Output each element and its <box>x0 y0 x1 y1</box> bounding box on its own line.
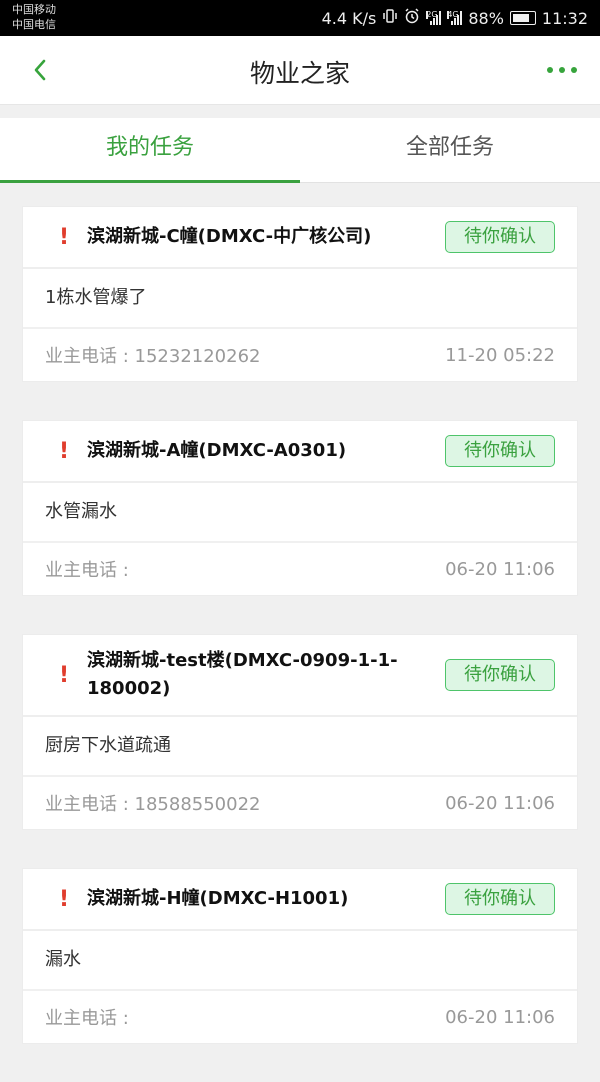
alert-icon: ! <box>58 438 70 464</box>
task-description: 水管漏水 <box>23 483 577 543</box>
task-footer: 业主电话 : 15232120262 11-20 05:22 <box>23 329 577 381</box>
page-title: 物业之家 <box>249 59 350 88</box>
owner-phone: 业主电话 : 15232120262 <box>45 346 261 367</box>
status-badge[interactable]: 待你确认 <box>445 659 555 691</box>
task-card[interactable]: ! 滨湖新城-test楼(DMXC-0909-1-1-180002) 待你确认 … <box>22 634 578 830</box>
alert-icon: ! <box>58 662 70 688</box>
task-title: 滨湖新城-C幢(DMXC-中广核公司) <box>87 226 372 247</box>
task-description: 厨房下水道疏通 <box>23 717 577 777</box>
more-dot <box>571 67 577 73</box>
clock: 11:32 <box>541 8 588 28</box>
carrier-2: 中国电信 <box>12 18 56 31</box>
task-tabs: 我的任务 全部任务 <box>0 118 600 183</box>
signal-2g-icon: 2G <box>426 10 442 25</box>
task-description: 漏水 <box>23 931 577 991</box>
status-bar: 中国移动 中国电信 4.4 K/s 2G 4G 88% 11:32 <box>0 0 600 36</box>
task-time: 11-20 05:22 <box>445 344 555 366</box>
status-icons: 4.4 K/s 2G 4G 88% 11:32 <box>322 0 588 36</box>
signal-4g-icon: 4G <box>447 10 463 25</box>
network-4g-label: 4G <box>447 10 459 19</box>
task-description: 1栋水管爆了 <box>23 269 577 329</box>
task-footer: 业主电话 : 06-20 11:06 <box>23 991 577 1043</box>
owner-phone: 业主电话 : <box>45 560 129 581</box>
task-card-header: ! 滨湖新城-A幢(DMXC-A0301) 待你确认 <box>23 421 577 483</box>
battery-icon <box>509 11 536 25</box>
task-list: ! 滨湖新城-C幢(DMXC-中广核公司) 待你确认 1栋水管爆了 业主电话 :… <box>22 206 578 1082</box>
more-dot <box>559 67 565 73</box>
alert-icon: ! <box>58 886 70 912</box>
owner-phone: 业主电话 : <box>45 1008 129 1029</box>
tab-my-tasks[interactable]: 我的任务 <box>0 118 300 183</box>
task-card-header: ! 滨湖新城-H幢(DMXC-H1001) 待你确认 <box>23 869 577 931</box>
task-card[interactable]: ! 滨湖新城-H幢(DMXC-H1001) 待你确认 漏水 业主电话 : 06-… <box>22 868 578 1044</box>
network-2g-label: 2G <box>426 10 438 19</box>
task-time: 06-20 11:06 <box>445 558 555 580</box>
task-card-header: ! 滨湖新城-test楼(DMXC-0909-1-1-180002) 待你确认 <box>23 635 577 717</box>
task-card[interactable]: ! 滨湖新城-C幢(DMXC-中广核公司) 待你确认 1栋水管爆了 业主电话 :… <box>22 206 578 382</box>
owner-phone: 业主电话 : 18588550022 <box>45 794 261 815</box>
status-badge[interactable]: 待你确认 <box>445 435 555 467</box>
task-time: 06-20 11:06 <box>445 792 555 814</box>
task-title: 滨湖新城-H幢(DMXC-H1001) <box>87 888 349 909</box>
vibrate-icon <box>382 8 398 28</box>
task-footer: 业主电话 : 06-20 11:06 <box>23 543 577 595</box>
status-badge[interactable]: 待你确认 <box>445 221 555 253</box>
task-time: 06-20 11:06 <box>445 1006 555 1028</box>
task-title: 滨湖新城-A幢(DMXC-A0301) <box>87 440 347 461</box>
task-title: 滨湖新城-test楼(DMXC-0909-1-1-180002) <box>87 650 398 699</box>
more-button[interactable] <box>542 60 582 80</box>
status-badge[interactable]: 待你确认 <box>445 883 555 915</box>
task-footer: 业主电话 : 18588550022 06-20 11:06 <box>23 777 577 829</box>
alert-icon: ! <box>58 224 70 250</box>
carrier-names: 中国移动 中国电信 <box>12 2 56 32</box>
task-card-header: ! 滨湖新城-C幢(DMXC-中广核公司) 待你确认 <box>23 207 577 269</box>
task-card[interactable]: ! 滨湖新城-A幢(DMXC-A0301) 待你确认 水管漏水 业主电话 : 0… <box>22 420 578 596</box>
tab-all-tasks[interactable]: 全部任务 <box>300 118 600 182</box>
battery-percent: 88% <box>468 8 504 28</box>
nav-bar: 物业之家 <box>0 36 600 105</box>
alarm-icon <box>404 8 420 28</box>
network-speed: 4.4 K/s <box>321 8 377 28</box>
more-dots-icon <box>547 67 553 73</box>
carrier-1: 中国移动 <box>12 3 56 16</box>
